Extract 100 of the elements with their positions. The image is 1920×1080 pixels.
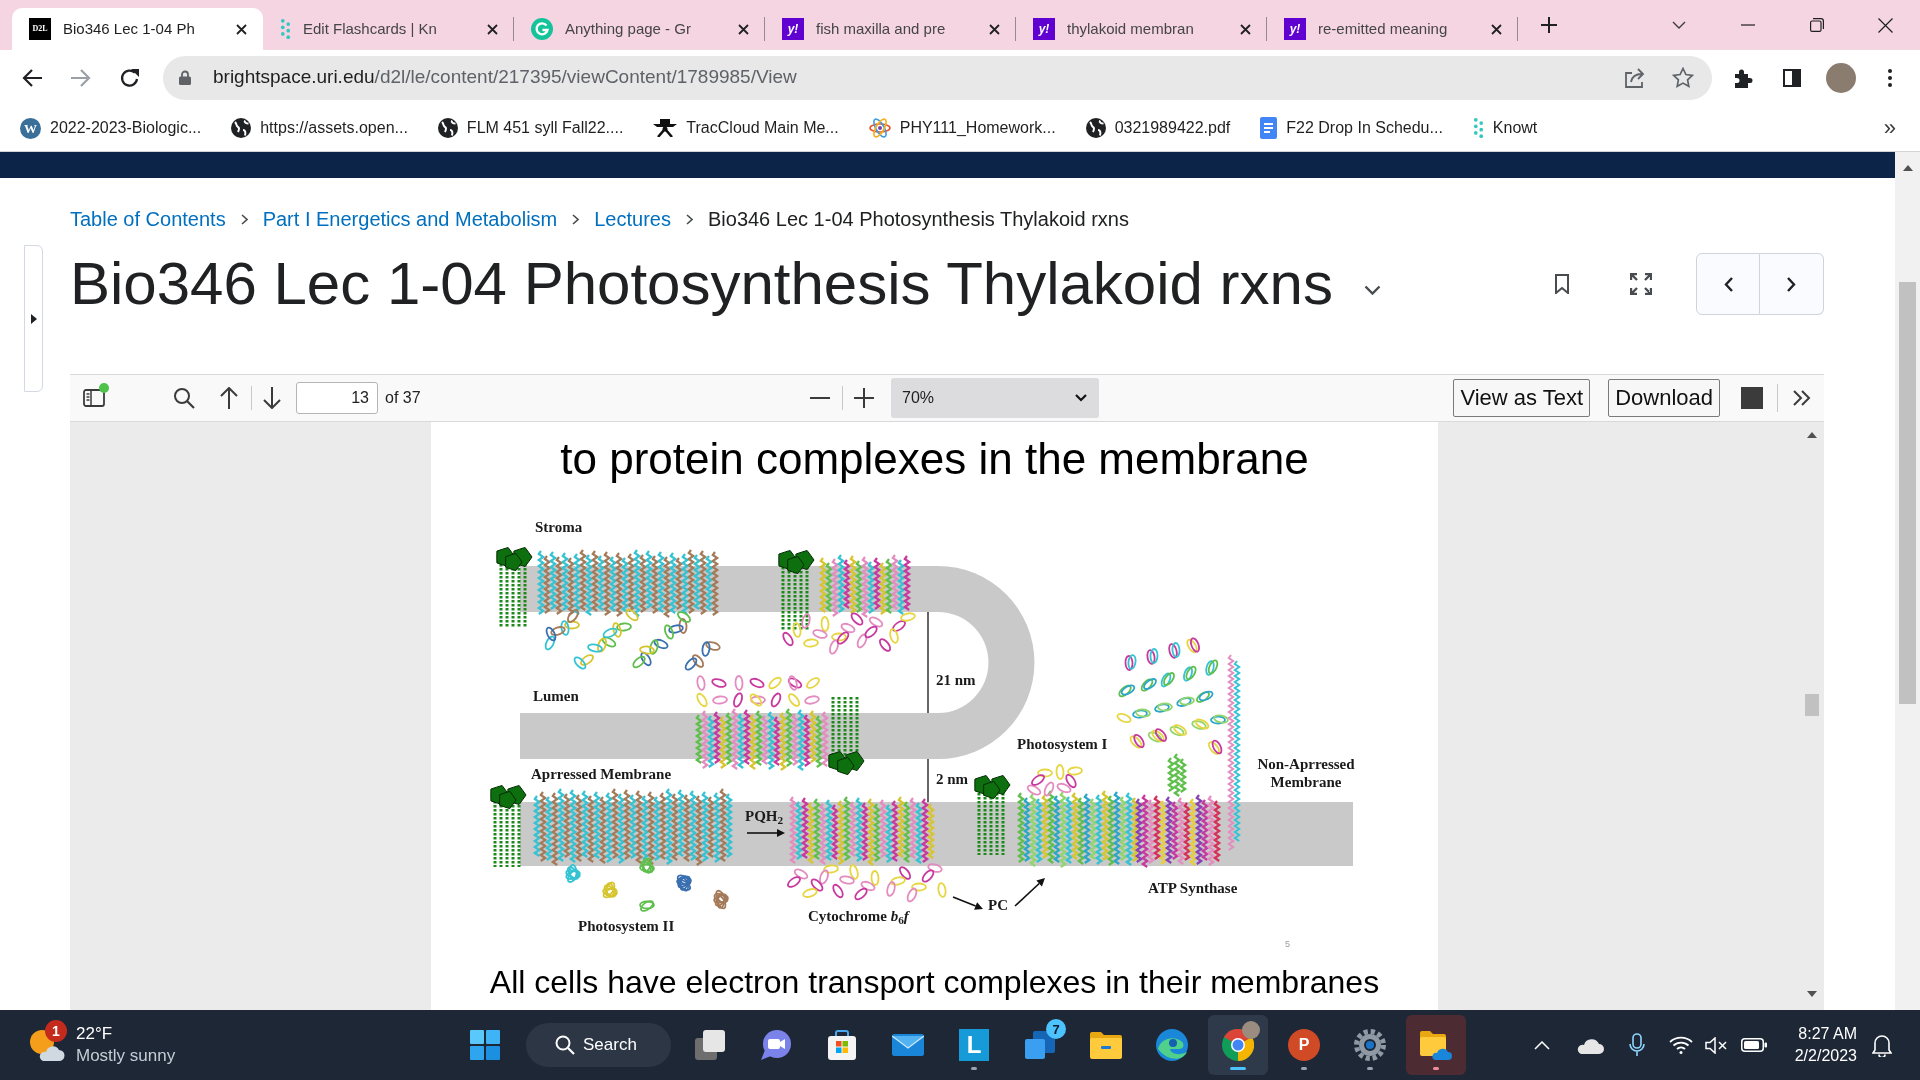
page-title: Bio346 Lec 1-04 Photosynthesis Thylakoid rxns (70, 250, 1333, 318)
search-icon[interactable] (173, 387, 195, 409)
dots-icon (1472, 118, 1484, 138)
drawer-handle[interactable] (24, 245, 43, 392)
restore-icon[interactable] (1809, 18, 1824, 32)
store-icon (827, 1030, 857, 1060)
double-chevron-icon[interactable] (1793, 390, 1811, 406)
zoom-select[interactable]: 70% (891, 378, 1099, 418)
taskbar-button[interactable] (1208, 1015, 1268, 1075)
forward-icon[interactable] (71, 68, 91, 87)
bookmark-item[interactable]: TracCloud Main Me... (649, 112, 843, 144)
diagram-label: Non-Aprressed Membrane (1256, 755, 1356, 791)
window-stack-icon (1025, 1031, 1055, 1059)
taskbar-button[interactable]: 7 (1010, 1015, 1070, 1075)
chevron-right-icon (1787, 276, 1796, 292)
bookmark-icon[interactable] (1555, 274, 1569, 294)
gear-icon (1354, 1029, 1386, 1061)
share-icon[interactable] (1624, 67, 1646, 88)
speaker-muted-icon[interactable] (1704, 1036, 1728, 1054)
bookmark-item[interactable]: W 2022-2023-Biologic... (16, 112, 206, 144)
reload-icon[interactable] (120, 67, 140, 88)
circle-logo-icon (531, 18, 553, 40)
scroll-up-icon[interactable] (1902, 165, 1913, 171)
arrow-up-icon[interactable] (220, 387, 238, 409)
bookmark-item[interactable]: PHY111_Homework... (864, 112, 1060, 144)
scroll-down-icon[interactable] (1807, 991, 1817, 997)
minimize-icon[interactable] (1740, 24, 1755, 26)
bookmark-item[interactable]: 0321989422.pdf (1081, 112, 1235, 144)
avatar-icon[interactable] (1826, 62, 1856, 93)
page-number-field[interactable]: 13 (296, 382, 378, 414)
atom-icon (868, 117, 891, 139)
close-icon[interactable] (1240, 23, 1251, 35)
folder-cloud-icon (1420, 1030, 1452, 1060)
arrow-down-icon[interactable] (263, 387, 281, 409)
swirl-icon (1156, 1029, 1188, 1061)
notification-count: 1 (45, 1020, 67, 1042)
sidebar-toggle-icon[interactable] (83, 389, 105, 407)
close-icon[interactable] (738, 23, 749, 35)
close-icon[interactable] (487, 23, 498, 35)
taskbar-button[interactable]: P (1274, 1015, 1334, 1075)
bookmark-item[interactable]: FLM 451 syll Fall22.... (433, 112, 628, 144)
browser-tab[interactable]: y! thylakoid membran (1016, 8, 1267, 50)
page-number: 5 (1285, 939, 1290, 949)
chevron-left-icon (1723, 276, 1733, 292)
browser-tab[interactable]: y! re-emitted meaning (1267, 8, 1518, 50)
browser-tab[interactable]: D2L Bio346 Lec 1-04 Ph (12, 8, 263, 50)
star-icon[interactable] (1672, 67, 1694, 88)
chevron-right-icon (240, 213, 248, 225)
clock[interactable]: 8:27 AM 2/2/2023 (1794, 1023, 1857, 1067)
bookmark-item[interactable]: Knowt (1468, 112, 1542, 144)
diagram-label: Lumen (533, 687, 579, 705)
chevron-down-icon[interactable] (1363, 285, 1381, 295)
chevron-up-icon[interactable] (1533, 1040, 1550, 1050)
search-button[interactable]: Search (526, 1023, 671, 1067)
temperature-text: 22°F (76, 1023, 114, 1045)
start-icon[interactable] (470, 1030, 500, 1060)
avatar-icon (1242, 1021, 1260, 1039)
back-icon[interactable] (22, 68, 42, 87)
puzzle-icon[interactable] (1733, 67, 1753, 88)
address-field[interactable]: brightspace.uri.edu/d2l/le/content/217395/viewContent/1789985/View (163, 55, 1712, 100)
breadcrumb-link[interactable]: Part I Energetics and Metabolism (262, 204, 558, 234)
close-icon[interactable] (989, 23, 1000, 35)
breadcrumb-link[interactable]: Table of Contents (70, 204, 226, 234)
chevron-right-icon (572, 213, 580, 225)
caret-right-icon (30, 313, 37, 324)
diagram-label: PQH$_{2}$ (745, 807, 784, 825)
breadcrumb-current: Bio346 Lec 1-04 Photosynthesis Thylakoid rxns (707, 207, 1129, 232)
close-icon[interactable] (1878, 17, 1893, 33)
sidebar-icon[interactable] (1783, 68, 1801, 87)
microphone-icon[interactable] (1628, 1033, 1645, 1057)
browser-tab[interactable]: Anything page - Gr (514, 8, 765, 50)
bookmark-item[interactable]: F22 Drop In Schedu... (1256, 112, 1447, 144)
scrollbar-thumb[interactable] (1805, 694, 1819, 716)
lock-icon (179, 70, 191, 85)
toolbar-button[interactable]: View as Text (1453, 379, 1591, 417)
folder-icon (1090, 1031, 1122, 1059)
slide-text: All cells have electron transport complexes in their membranes (489, 963, 1380, 1001)
browser-tab[interactable]: Edit Flashcards | Kn (263, 8, 514, 50)
scroll-up-icon[interactable] (1807, 432, 1817, 438)
chevron-down-icon[interactable] (1671, 21, 1686, 29)
wifi-icon[interactable] (1668, 1036, 1693, 1054)
more-bookmarks-button[interactable]: » (1883, 117, 1896, 139)
bell-icon[interactable] (1872, 1033, 1892, 1057)
close-icon[interactable] (236, 23, 247, 35)
expand-icon[interactable] (1630, 273, 1652, 295)
zoom-in-icon[interactable] (854, 388, 874, 408)
cloud-icon[interactable] (1575, 1036, 1604, 1054)
close-icon[interactable] (1491, 23, 1502, 35)
notification-count: 7 (1046, 1019, 1066, 1039)
taskbar-button[interactable] (1406, 1015, 1466, 1075)
menu-icon[interactable] (1888, 68, 1892, 87)
toolbar-button[interactable]: Download (1608, 379, 1720, 417)
site-logo: D2L (29, 18, 51, 40)
scrollbar-thumb[interactable] (1899, 282, 1916, 704)
breadcrumb-link[interactable]: Lectures (594, 204, 671, 234)
search-icon (555, 1035, 575, 1055)
browser-tab[interactable]: y! fish maxilla and pre (765, 8, 1016, 50)
bookmark-item[interactable]: https://assets.open... (227, 112, 412, 144)
battery-icon[interactable] (1740, 1038, 1767, 1052)
plus-icon[interactable] (1541, 17, 1557, 33)
